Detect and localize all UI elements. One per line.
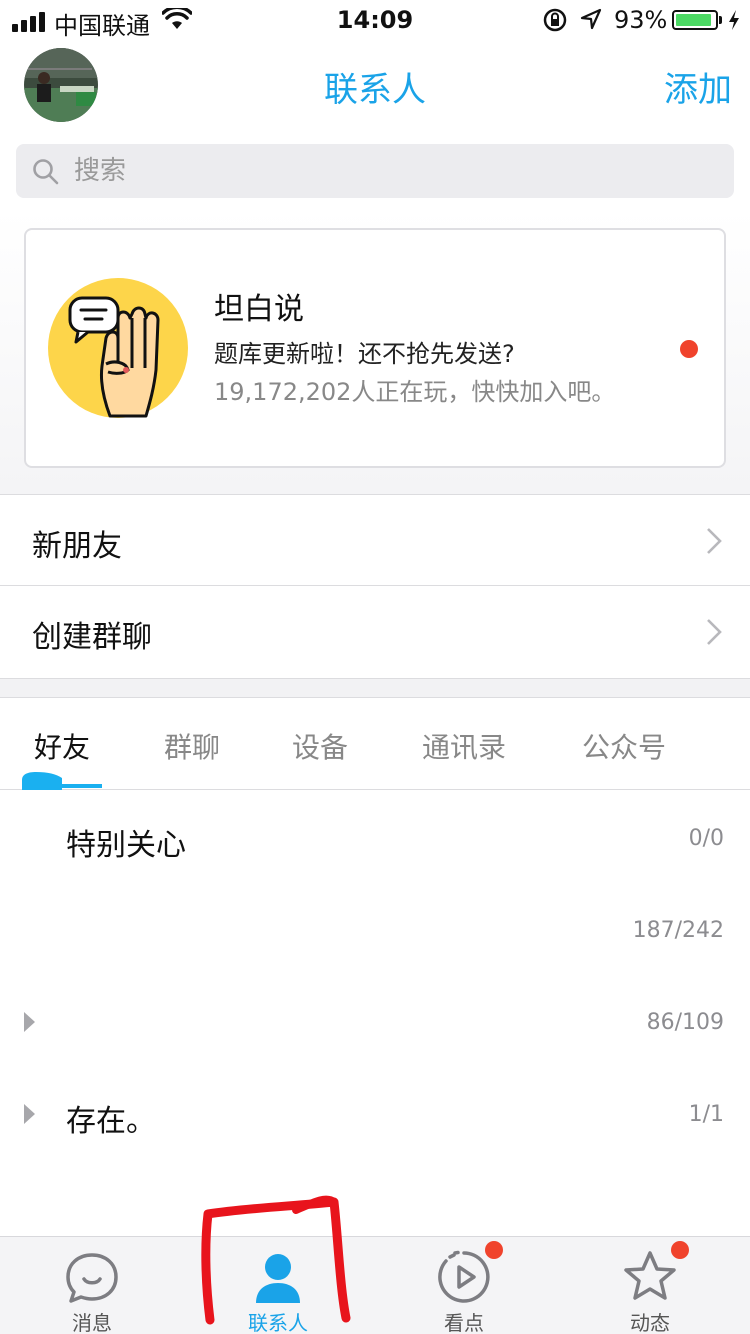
contact-person-icon [256, 1254, 300, 1303]
promo-title: 坦白说 [214, 292, 304, 327]
promo-subtitle: 题库更新啦！还不抢先发送? [214, 340, 515, 368]
tab-devices[interactable]: 设备 [292, 726, 348, 766]
group-count: 1/1 [688, 1102, 724, 1127]
group-count: 86/109 [646, 1010, 724, 1035]
contact-tabs: 好友 群聊 设备 通讯录 公众号 [0, 698, 750, 790]
notification-badge [671, 1241, 689, 1259]
create-group-label: 创建群聊 [32, 620, 152, 655]
tab-friends[interactable]: 好友 [34, 726, 90, 766]
tabbar-label: 看点 [444, 1311, 484, 1334]
battery-percentage: 93% [614, 6, 668, 34]
promo-card[interactable]: 坦白说 题库更新啦！还不抢先发送? 19,172,202人正在玩，快快加入吧。 [24, 228, 726, 468]
add-button[interactable]: 添加 [664, 62, 732, 111]
friend-group-row[interactable]: 187/242 [0, 884, 750, 976]
tabbar-contacts[interactable]: 联系人 [203, 1237, 353, 1334]
chevron-right-icon [707, 528, 722, 554]
orientation-lock-icon [543, 8, 567, 32]
header: 联系人 添加 [0, 40, 750, 132]
group-name: 特别关心 [66, 828, 186, 863]
search-bar[interactable] [16, 144, 734, 198]
status-bar: 中国联通 14:09 93% [0, 0, 750, 40]
friend-group-row[interactable]: 存在。 1/1 [0, 1068, 750, 1160]
unread-dot [680, 340, 698, 358]
message-bubble-icon [66, 1253, 118, 1303]
page-title: 联系人 [324, 70, 426, 110]
battery-icon [672, 10, 718, 30]
group-count: 187/242 [632, 918, 724, 943]
play-circle-icon [438, 1250, 490, 1303]
notification-badge [485, 1241, 503, 1259]
expand-arrow-icon [24, 1012, 35, 1032]
tabbar-moments[interactable]: 动态 [575, 1237, 725, 1334]
group-count: 0/0 [688, 826, 724, 851]
confession-hand-icon [48, 278, 188, 418]
charging-icon [729, 10, 739, 30]
create-group-row[interactable]: 创建群聊 [0, 585, 750, 675]
new-friends-label: 新朋友 [32, 529, 122, 564]
tab-official-accounts[interactable]: 公众号 [582, 726, 666, 766]
tabbar-label: 联系人 [248, 1311, 308, 1334]
expand-arrow-icon [24, 1104, 35, 1124]
search-icon [33, 159, 59, 185]
tabbar-label: 动态 [630, 1311, 670, 1334]
tab-groups[interactable]: 群聊 [164, 726, 220, 766]
tabbar-messages[interactable]: 消息 [17, 1237, 167, 1334]
section-divider [0, 678, 750, 698]
promo-area: 坦白说 题库更新啦！还不抢先发送? 19,172,202人正在玩，快快加入吧。 [0, 210, 750, 494]
search-input[interactable] [74, 144, 714, 198]
friend-group-row[interactable]: 特别关心 0/0 [0, 792, 750, 884]
new-friends-row[interactable]: 新朋友 [0, 494, 750, 584]
star-icon [624, 1251, 676, 1300]
tab-address-book[interactable]: 通讯录 [422, 726, 506, 766]
location-icon [580, 8, 602, 30]
promo-player-count: 19,172,202人正在玩，快快加入吧。 [214, 378, 616, 406]
chevron-right-icon [707, 619, 722, 645]
friend-group-row[interactable]: 86/109 [0, 976, 750, 1068]
active-tab-indicator [22, 772, 102, 790]
group-name: 存在。 [66, 1104, 156, 1139]
tabbar-label: 消息 [72, 1311, 112, 1334]
bottom-tab-bar: 消息 联系人 看点 动态 [0, 1236, 750, 1334]
battery-cap [719, 16, 722, 24]
tabbar-watch[interactable]: 看点 [389, 1237, 539, 1334]
